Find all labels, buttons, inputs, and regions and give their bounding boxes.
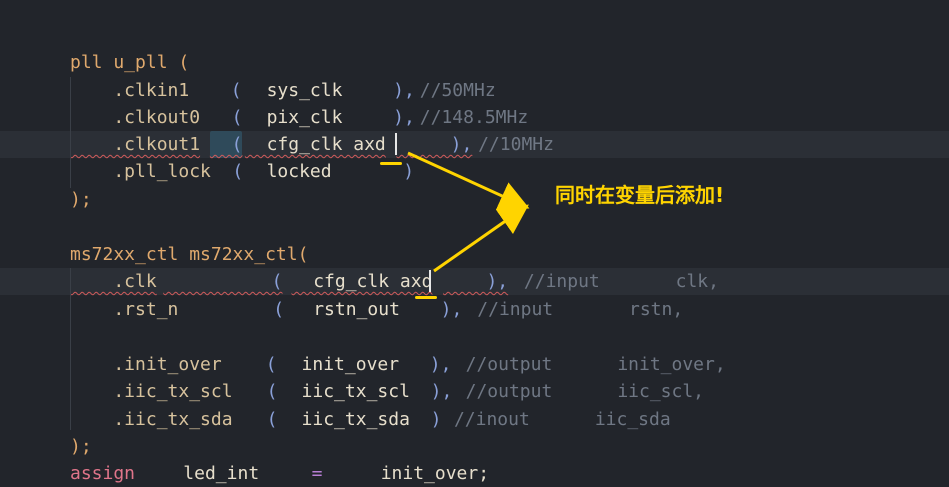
arrow-top [407, 151, 530, 210]
arrow-bottom [433, 204, 529, 273]
annotation-arrows [407, 151, 530, 273]
annotation-label: 同时在变量后添加! [555, 183, 725, 207]
